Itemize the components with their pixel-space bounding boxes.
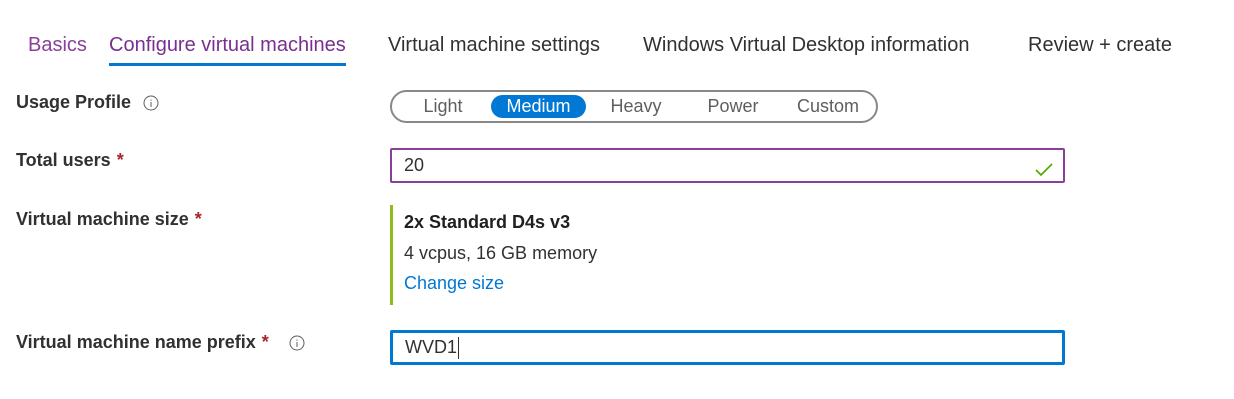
usage-option-medium[interactable]: Medium bbox=[491, 95, 586, 118]
vm-size-label: Virtual machine size * bbox=[16, 209, 202, 230]
vm-name-prefix-label: Virtual machine name prefix * bbox=[16, 332, 305, 353]
tab-label: Review + create bbox=[1028, 34, 1172, 56]
usage-profile-label: Usage Profile bbox=[16, 92, 159, 113]
vm-size-label-text: Virtual machine size bbox=[16, 209, 189, 229]
total-users-input[interactable]: 20 bbox=[390, 148, 1065, 183]
usage-option-heavy[interactable]: Heavy bbox=[598, 95, 674, 118]
vm-size-summary: 2x Standard D4s v3 4 vcpus, 16 GB memory… bbox=[390, 205, 790, 305]
tab-label: Configure virtual machines bbox=[109, 34, 346, 56]
vm-name-prefix-input[interactable]: WVD1 bbox=[390, 330, 1065, 365]
usage-option-custom[interactable]: Custom bbox=[788, 95, 868, 118]
total-users-label-text: Total users bbox=[16, 150, 111, 170]
tab-label: Windows Virtual Desktop information bbox=[643, 34, 970, 56]
vm-name-prefix-label-text: Virtual machine name prefix bbox=[16, 332, 256, 352]
total-users-label: Total users * bbox=[16, 150, 124, 171]
vm-name-prefix-value: WVD1 bbox=[405, 337, 458, 357]
usage-profile-selector: Light Medium Heavy Power Custom bbox=[390, 90, 878, 123]
tab-basics[interactable]: Basics bbox=[28, 30, 87, 66]
required-asterisk: * bbox=[194, 209, 202, 229]
check-icon bbox=[1035, 157, 1053, 177]
required-asterisk: * bbox=[261, 332, 269, 352]
total-users-value: 20 bbox=[404, 155, 425, 175]
vm-size-specs: 4 vcpus, 16 GB memory bbox=[404, 243, 598, 263]
usage-option-power[interactable]: Power bbox=[692, 95, 774, 118]
usage-profile-label-text: Usage Profile bbox=[16, 92, 132, 112]
tab-virtual-machine-settings[interactable]: Virtual machine settings bbox=[388, 30, 600, 66]
tab-configure-virtual-machines[interactable]: Configure virtual machines bbox=[109, 30, 346, 66]
tab-wvd-information[interactable]: Windows Virtual Desktop information bbox=[643, 30, 969, 66]
wizard-tabs: Basics Configure virtual machines Virtua… bbox=[0, 0, 1234, 70]
text-cursor bbox=[458, 337, 460, 360]
info-icon[interactable] bbox=[289, 335, 305, 351]
active-tab-underline bbox=[109, 63, 346, 66]
tab-label: Basics bbox=[28, 34, 87, 56]
change-size-link[interactable]: Change size bbox=[404, 273, 504, 294]
tab-label: Virtual machine settings bbox=[388, 34, 600, 56]
tab-review-create[interactable]: Review + create bbox=[1028, 30, 1172, 66]
info-icon[interactable] bbox=[143, 95, 159, 111]
usage-option-light[interactable]: Light bbox=[410, 95, 476, 118]
required-asterisk: * bbox=[116, 150, 124, 170]
vm-size-name: 2x Standard D4s v3 bbox=[404, 212, 571, 232]
